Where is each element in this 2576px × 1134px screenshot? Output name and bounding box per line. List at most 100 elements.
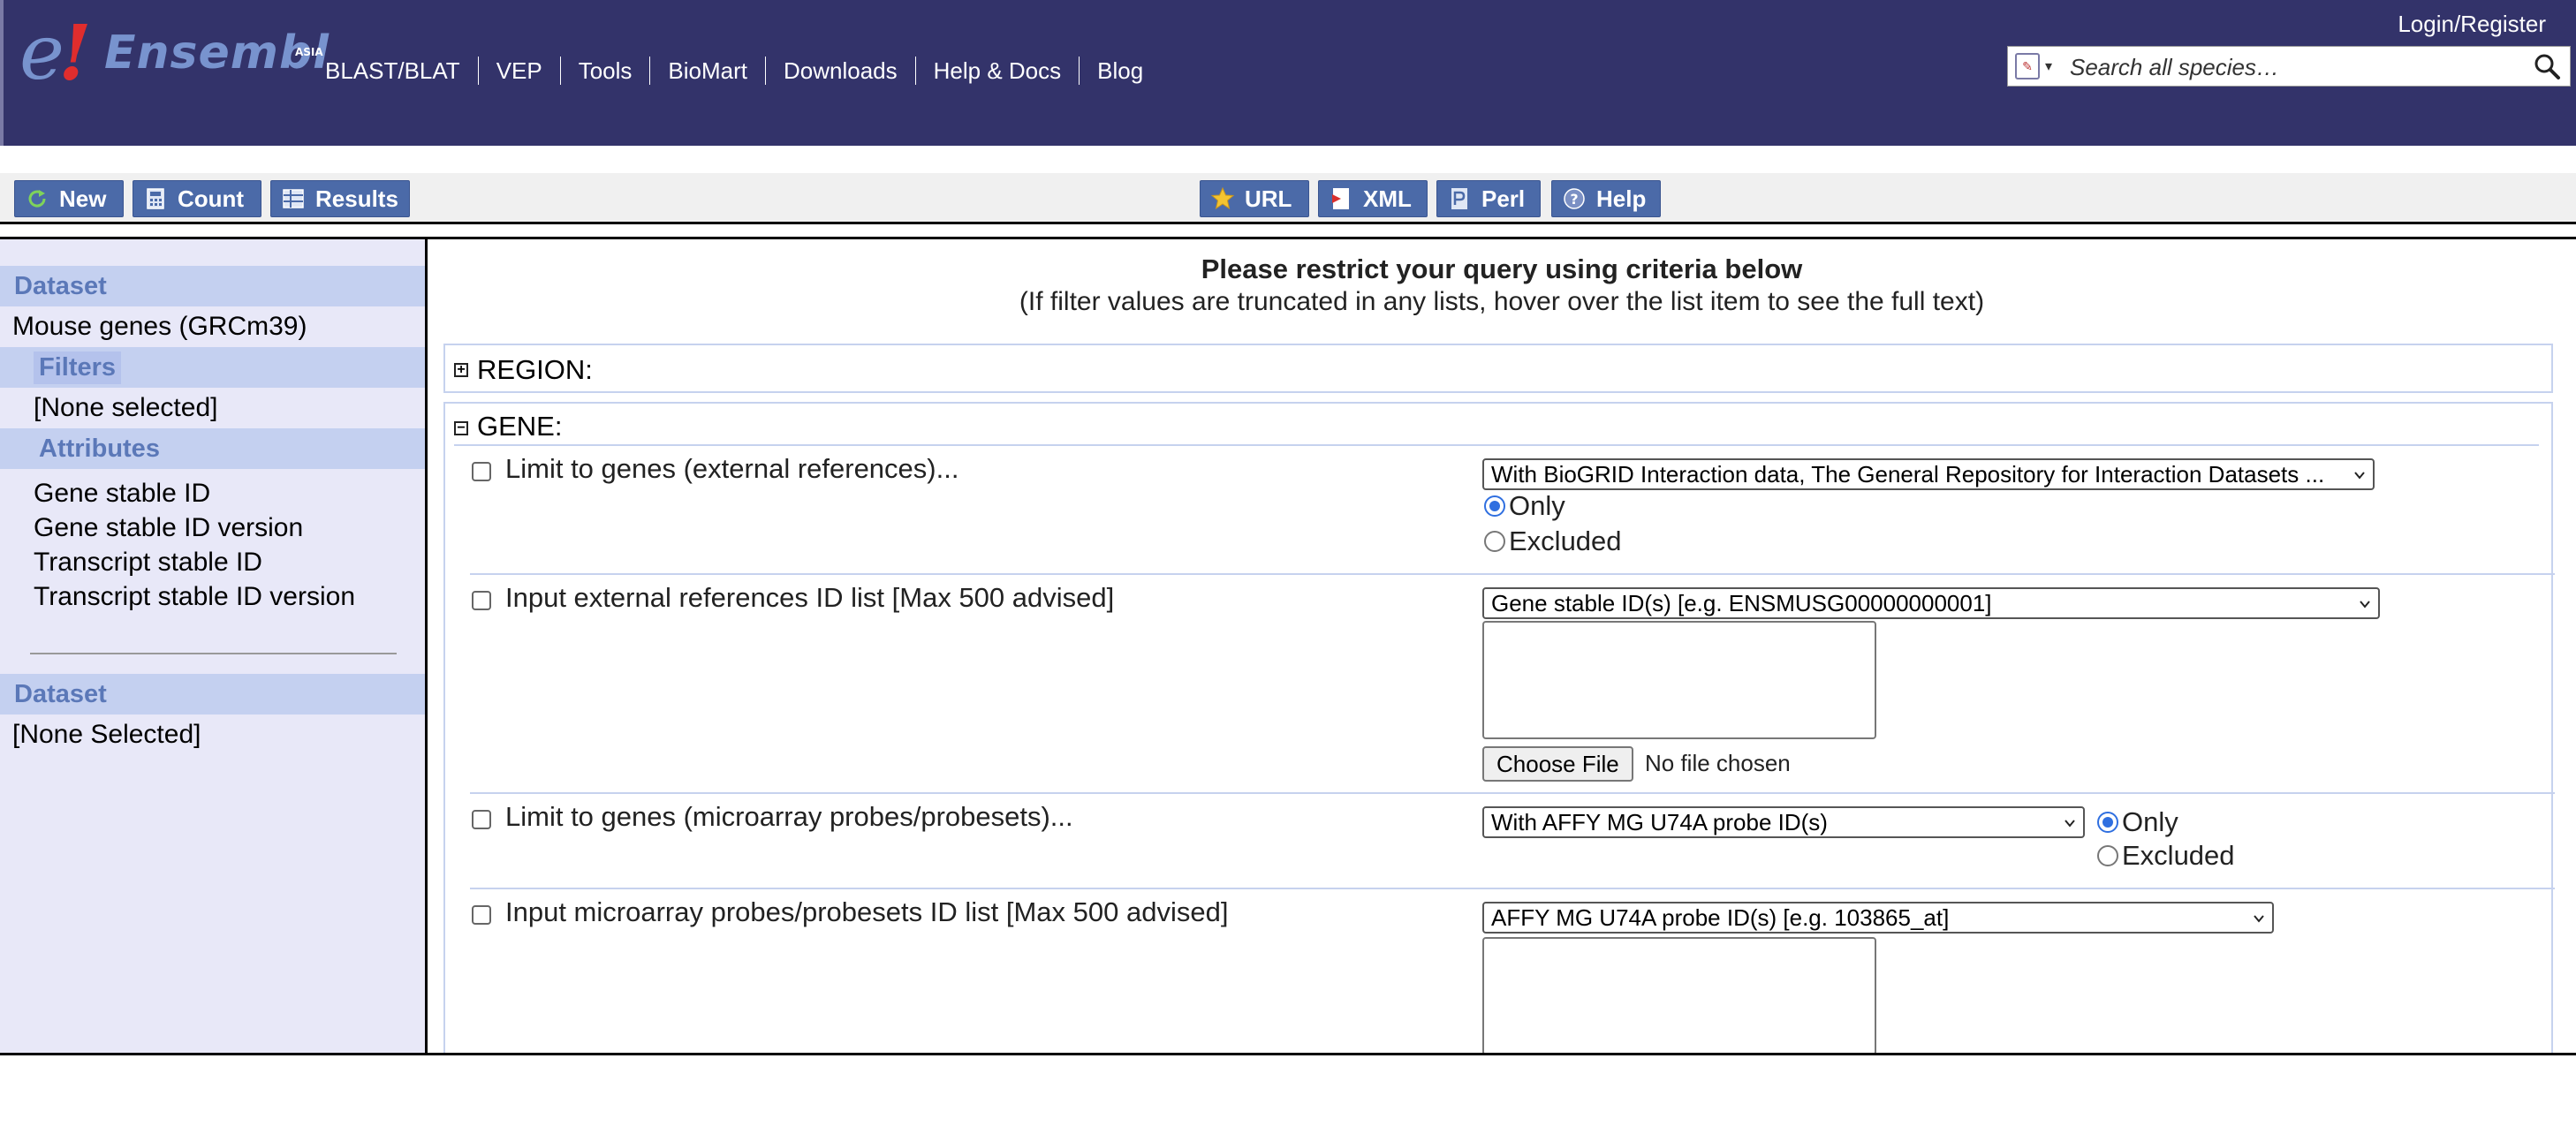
radio-only-label: Only bbox=[1509, 490, 1565, 521]
radio-excluded-label: Excluded bbox=[1509, 525, 1622, 556]
filter-checkbox[interactable] bbox=[472, 905, 491, 925]
new-button[interactable]: New bbox=[14, 180, 124, 217]
panel-bottom-border bbox=[0, 1053, 2576, 1055]
choose-file-button[interactable]: Choose File bbox=[1482, 746, 1633, 782]
results-label: Results bbox=[315, 185, 398, 212]
filter-label: Limit to genes (microarray probes/probes… bbox=[505, 801, 1073, 832]
select-value: With BioGRID Interaction data, The Gener… bbox=[1491, 461, 2325, 488]
chevron-down-icon bbox=[2354, 472, 2365, 480]
chevron-down-icon bbox=[2254, 915, 2264, 923]
masthead: e ! Ensembl ASIA BLAST/BLAT VEP Tools Bi… bbox=[0, 0, 2576, 146]
sidebar-dataset-heading[interactable]: Dataset bbox=[0, 266, 425, 306]
sidebar-attribute-item: Gene stable ID version bbox=[34, 513, 304, 542]
xml-label: XML bbox=[1363, 185, 1412, 212]
filter-checkbox[interactable] bbox=[472, 810, 491, 829]
sidebar-top-spacer bbox=[0, 239, 425, 266]
chevron-down-icon bbox=[2065, 820, 2075, 828]
sidebar-filters-row[interactable]: Filters bbox=[0, 347, 425, 388]
collapse-minus-icon[interactable]: − bbox=[454, 421, 468, 435]
radio-only-label: Only bbox=[2122, 806, 2178, 837]
sidebar-attribute-item: Transcript stable ID bbox=[34, 548, 262, 577]
count-label: Count bbox=[178, 185, 245, 212]
chevron-down-icon bbox=[2360, 601, 2370, 609]
radio-only[interactable] bbox=[2097, 812, 2118, 833]
microarray-select[interactable]: With AFFY MG U74A probe ID(s) bbox=[1482, 806, 2085, 838]
sidebar-attributes-heading[interactable]: Attributes bbox=[34, 433, 165, 465]
url-label: URL bbox=[1245, 185, 1292, 212]
radio-excluded-label: Excluded bbox=[2122, 840, 2235, 871]
region-section[interactable]: + REGION: bbox=[443, 344, 2553, 393]
filter-label: Input external references ID list [Max 5… bbox=[505, 582, 1115, 613]
help-icon: ? bbox=[1563, 187, 1586, 210]
external-reference-select[interactable]: With BioGRID Interaction data, The Gener… bbox=[1482, 458, 2375, 490]
sidebar-dataset2-heading[interactable]: Dataset bbox=[0, 674, 425, 714]
sidebar-dataset2-value: [None Selected] bbox=[12, 720, 201, 749]
filter-label: Input microarray probes/probesets ID lis… bbox=[505, 896, 1229, 927]
expand-plus-icon[interactable]: + bbox=[454, 363, 468, 377]
id-list-textarea[interactable] bbox=[1482, 621, 1876, 739]
id-type-select[interactable]: Gene stable ID(s) [e.g. ENSMUSG000000000… bbox=[1482, 587, 2380, 619]
results-button[interactable]: Results bbox=[270, 180, 410, 217]
url-button[interactable]: URL bbox=[1200, 180, 1309, 217]
biomart-toolbar: New Count Results URL XML Perl ? Help bbox=[0, 173, 2576, 224]
summary-sidebar: Dataset Mouse genes (GRCm39) Filters [No… bbox=[0, 237, 428, 1055]
sidebar-filters-heading[interactable]: Filters bbox=[34, 351, 122, 384]
login-register-link[interactable]: Login/Register bbox=[2398, 11, 2546, 38]
radio-excluded[interactable] bbox=[2097, 845, 2118, 866]
row-separator bbox=[470, 888, 2555, 889]
star-icon bbox=[1211, 187, 1234, 210]
nav-tools[interactable]: Tools bbox=[561, 57, 651, 85]
page-subtitle: (If filter values are truncated in any l… bbox=[1019, 287, 1985, 316]
xml-button[interactable]: XML bbox=[1318, 180, 1428, 217]
gene-section: − GENE: Limit to genes (external referen… bbox=[443, 402, 2555, 1055]
search-input[interactable]: ✎ ▾ Search all species… bbox=[2007, 46, 2571, 87]
row-separator bbox=[470, 792, 2555, 794]
svg-text:?: ? bbox=[1570, 191, 1578, 208]
probe-list-textarea[interactable] bbox=[1482, 937, 1876, 1055]
filter-checkbox[interactable] bbox=[472, 591, 491, 610]
logo-bang: ! bbox=[58, 9, 92, 98]
radio-only[interactable] bbox=[1484, 495, 1505, 517]
filter-checkbox[interactable] bbox=[472, 462, 491, 481]
sidebar-divider bbox=[30, 653, 397, 654]
filter-label: Limit to genes (external references)... bbox=[505, 453, 959, 484]
search-icon[interactable] bbox=[2533, 52, 2561, 80]
radio-excluded[interactable] bbox=[1484, 531, 1505, 552]
select-value: Gene stable ID(s) [e.g. ENSMUSG000000000… bbox=[1491, 590, 1992, 616]
species-selector-icon[interactable]: ✎ bbox=[2015, 53, 2040, 79]
file-status: No file chosen bbox=[1645, 750, 1791, 776]
sidebar-attribute-item: Transcript stable ID version bbox=[34, 582, 356, 611]
region-label[interactable]: REGION: bbox=[477, 354, 593, 386]
ensembl-logo[interactable]: e ! Ensembl ASIA bbox=[19, 9, 329, 98]
microarray-id-type-select[interactable]: AFFY MG U74A probe ID(s) [e.g. 103865_at… bbox=[1482, 902, 2274, 934]
row-separator bbox=[454, 444, 2539, 446]
new-label: New bbox=[59, 185, 107, 212]
sidebar-attribute-item: Gene stable ID bbox=[34, 479, 211, 508]
search-placeholder: Search all species… bbox=[2070, 54, 2279, 80]
nav-blast[interactable]: BLAST/BLAT bbox=[313, 57, 479, 85]
calculator-icon bbox=[144, 187, 167, 210]
nav-downloads[interactable]: Downloads bbox=[766, 57, 916, 85]
perl-label: Perl bbox=[1481, 185, 1526, 212]
perl-button[interactable]: Perl bbox=[1436, 180, 1541, 217]
gene-label[interactable]: GENE: bbox=[477, 411, 562, 442]
xml-icon bbox=[1330, 187, 1352, 210]
count-button[interactable]: Count bbox=[133, 180, 261, 217]
select-value: AFFY MG U74A probe ID(s) [e.g. 103865_at… bbox=[1491, 904, 1950, 931]
nav-vep[interactable]: VEP bbox=[479, 57, 561, 85]
row-separator bbox=[470, 573, 2555, 575]
nav-blog[interactable]: Blog bbox=[1080, 57, 1161, 85]
refresh-icon bbox=[26, 187, 49, 210]
page-title: Please restrict your query using criteri… bbox=[1201, 253, 1803, 284]
perl-icon bbox=[1448, 187, 1471, 210]
select-value: With AFFY MG U74A probe ID(s) bbox=[1491, 809, 1828, 835]
nav-biomart[interactable]: BioMart bbox=[650, 57, 766, 85]
sidebar-dataset-name[interactable]: Mouse genes (GRCm39) bbox=[0, 306, 425, 347]
top-nav: BLAST/BLAT VEP Tools BioMart Downloads H… bbox=[313, 57, 1161, 85]
nav-help-docs[interactable]: Help & Docs bbox=[916, 57, 1080, 85]
sidebar-attributes-row[interactable]: Attributes bbox=[0, 428, 425, 469]
caret-down-icon[interactable]: ▾ bbox=[2045, 57, 2052, 75]
help-label: Help bbox=[1596, 185, 1647, 212]
help-button[interactable]: ? Help bbox=[1551, 180, 1661, 217]
